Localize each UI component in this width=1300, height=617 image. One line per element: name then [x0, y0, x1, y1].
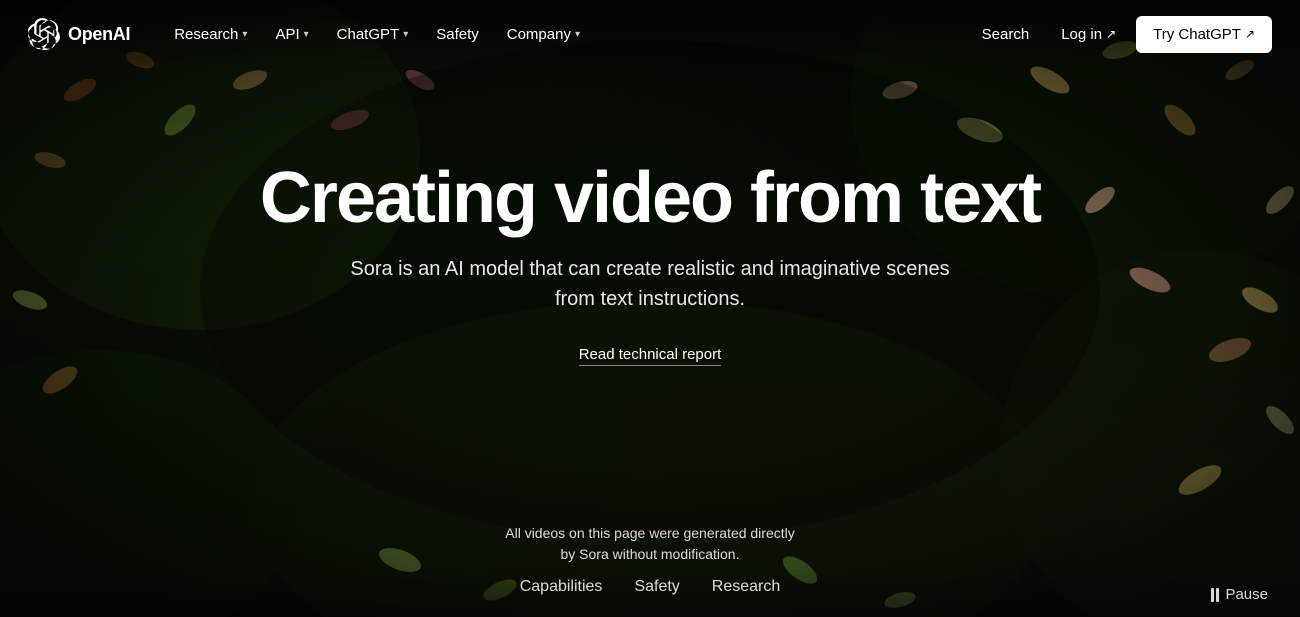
try-chatgpt-button[interactable]: Try ChatGPT ↗ [1136, 16, 1272, 53]
hero-subtitle: Sora is an AI model that can create real… [340, 254, 960, 314]
hero-note: All videos on this page were generated d… [505, 523, 795, 565]
openai-logo-icon [28, 18, 60, 50]
pause-button[interactable]: Pause [1211, 586, 1268, 603]
company-chevron-icon: ▾ [575, 29, 580, 40]
search-button[interactable]: Search [970, 18, 1042, 51]
bottom-tabs: Capabilities Safety Research [520, 572, 781, 603]
api-chevron-icon: ▾ [304, 29, 309, 40]
try-arrow-icon: ↗ [1245, 27, 1255, 41]
chatgpt-chevron-icon: ▾ [403, 29, 408, 40]
nav-chatgpt[interactable]: ChatGPT ▾ [325, 18, 421, 51]
nav-safety[interactable]: Safety [424, 18, 491, 51]
nav-api[interactable]: API ▾ [263, 18, 320, 51]
research-chevron-icon: ▾ [242, 29, 247, 40]
pause-icon [1211, 588, 1219, 602]
hero-content: Creating video from text Sora is an AI m… [220, 161, 1080, 427]
tab-safety[interactable]: Safety [634, 572, 679, 603]
hero-note-area: All videos on this page were generated d… [505, 523, 795, 565]
hero-cta-button[interactable]: Read technical report [579, 346, 722, 366]
nav-research[interactable]: Research ▾ [162, 18, 259, 51]
hero-title: Creating video from text [260, 161, 1040, 237]
hero-bottom: Capabilities Safety Research Pause [0, 573, 1300, 617]
login-button[interactable]: Log in ↗ [1049, 18, 1128, 51]
logo[interactable]: OpenAI [28, 18, 130, 50]
nav-actions: Search Log in ↗ Try ChatGPT ↗ [970, 16, 1272, 53]
nav-company[interactable]: Company ▾ [495, 18, 592, 51]
navigation: OpenAI Research ▾ API ▾ ChatGPT ▾ Safety… [0, 0, 1300, 68]
tab-capabilities[interactable]: Capabilities [520, 572, 603, 603]
pause-label: Pause [1225, 586, 1268, 603]
logo-text: OpenAI [68, 24, 130, 45]
nav-links: Research ▾ API ▾ ChatGPT ▾ Safety Compan… [162, 18, 969, 51]
tab-research[interactable]: Research [712, 572, 780, 603]
hero-section: OpenAI Research ▾ API ▾ ChatGPT ▾ Safety… [0, 0, 1300, 617]
login-arrow-icon: ↗ [1106, 27, 1116, 41]
